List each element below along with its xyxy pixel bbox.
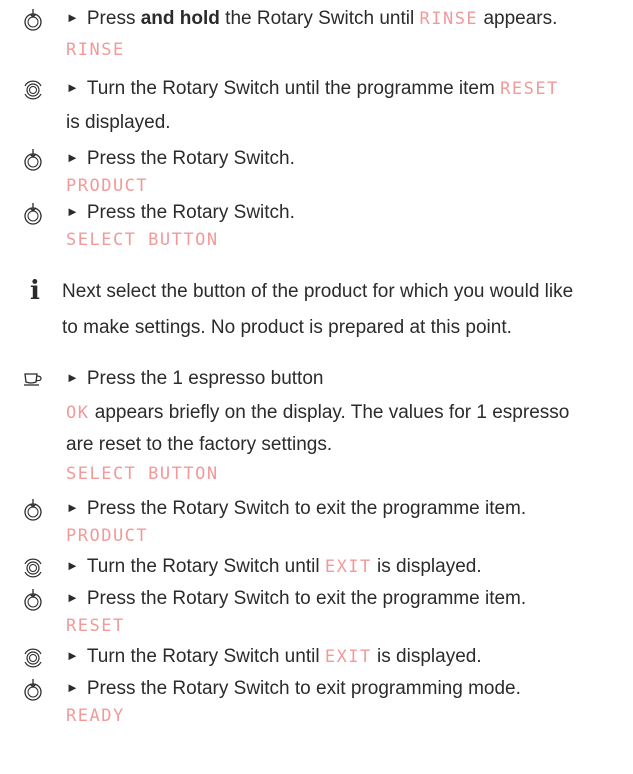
espresso-cup-icon <box>22 368 44 392</box>
rotary-turn-icon <box>22 646 44 670</box>
arrow-icon: ► <box>66 204 79 219</box>
arrow-icon: ► <box>66 500 79 515</box>
arrow-icon: ► <box>66 558 79 573</box>
rotary-press-icon <box>22 148 44 172</box>
display-readout: PRODUCT <box>66 176 149 196</box>
info-line-2: to make settings. No product is prepared… <box>62 317 512 338</box>
display-readout: SELECT BUTTON <box>66 464 219 484</box>
display-text: EXIT <box>324 557 372 577</box>
step-8-text: ► Press the Rotary Switch to exit the pro… <box>66 584 626 615</box>
step-9-text: ► Turn the Rotary Switch until EXIT is di… <box>66 642 626 673</box>
step-7-text: ► Turn the Rotary Switch until EXIT is di… <box>66 552 626 583</box>
step-3-text: ► Press the Rotary Switch. <box>66 144 626 175</box>
step-2-text: ► Turn the Rotary Switch until the progra… <box>66 74 626 105</box>
rotary-press-icon <box>22 678 44 702</box>
display-text: RESET <box>500 79 559 99</box>
arrow-icon: ► <box>66 150 79 165</box>
display-readout: PRODUCT <box>66 526 149 546</box>
step-10-text: ► Press the Rotary Switch to exit program… <box>66 674 626 705</box>
rotary-press-icon <box>22 202 44 226</box>
arrow-icon: ► <box>66 370 79 385</box>
rotary-turn-icon <box>22 556 44 580</box>
info-icon: i <box>30 276 40 306</box>
arrow-icon: ► <box>66 80 79 95</box>
step-6-text: ► Press the Rotary Switch to exit the pro… <box>66 494 626 525</box>
arrow-icon: ► <box>66 10 79 25</box>
step-espresso-continuation-1: OK appears briefly on the display. The v… <box>66 402 570 423</box>
display-text: OK <box>66 403 90 423</box>
rotary-press-icon <box>22 498 44 522</box>
display-readout: READY <box>66 706 125 726</box>
info-line-1: Next select the button of the product fo… <box>62 281 574 302</box>
arrow-icon: ► <box>66 680 79 695</box>
arrow-icon: ► <box>66 590 79 605</box>
rotary-press-icon <box>22 588 44 612</box>
step-2-continuation: is displayed. <box>66 112 171 133</box>
rotary-press-icon <box>22 8 44 32</box>
step-espresso-text: ► Press the 1 espresso button <box>66 364 626 395</box>
display-readout: RINSE <box>66 40 125 60</box>
step-1-text: ► Press and hold the Rotary Switch until … <box>66 4 626 35</box>
step-espresso-continuation-2: are reset to the factory settings. <box>66 434 333 455</box>
instruction-page: ► Press and hold the Rotary Switch until … <box>0 0 633 774</box>
display-readout: RESET <box>66 616 125 636</box>
display-readout: SELECT BUTTON <box>66 230 219 250</box>
display-text: RINSE <box>419 9 479 29</box>
display-text: EXIT <box>324 647 372 667</box>
arrow-icon: ► <box>66 648 79 663</box>
step-4-text: ► Press the Rotary Switch. <box>66 198 626 229</box>
rotary-turn-icon <box>22 78 44 102</box>
